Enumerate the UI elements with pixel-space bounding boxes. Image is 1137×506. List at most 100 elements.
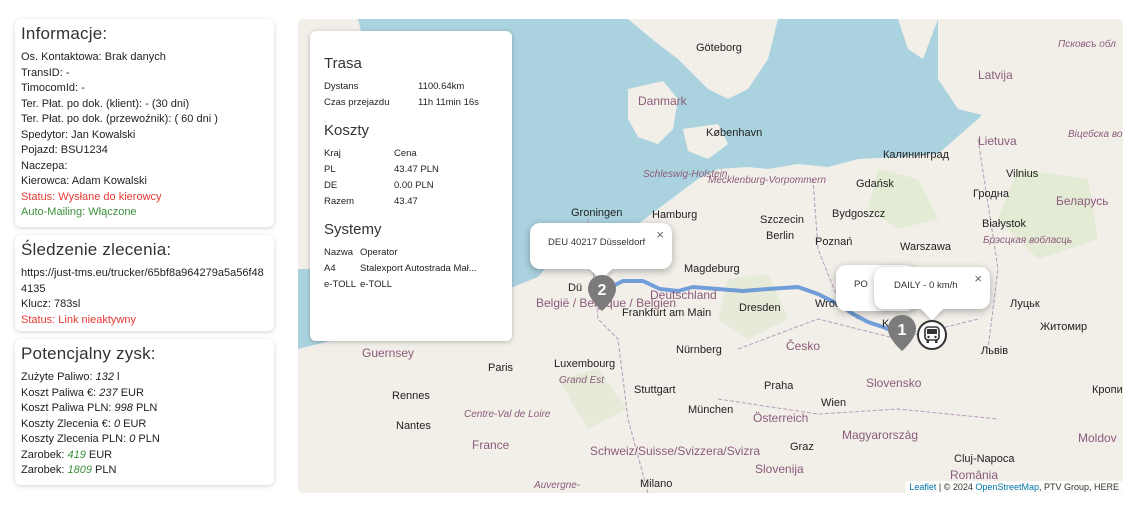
- label-cluj: Cluj-Napoca: [954, 453, 1015, 465]
- osm-link[interactable]: OpenStreetMap: [975, 482, 1039, 492]
- label-kropy: Кропи: [1092, 384, 1123, 396]
- label-rennes: Rennes: [392, 390, 430, 402]
- label-france: France: [472, 438, 510, 452]
- label-lietuva: Lietuva: [978, 134, 1017, 148]
- label-wien: Wien: [821, 397, 846, 409]
- info-timocomid: TimocomId: -: [21, 82, 85, 94]
- label-poznan: Poznań: [815, 236, 852, 248]
- destination-popup-text: DEU 40217 Düsseldorf: [548, 237, 646, 248]
- costs-price: 43.47: [394, 195, 418, 207]
- profit-fuel-cost-pln-label: Koszt Paliwa PLN:: [21, 402, 112, 414]
- costs-country: PL: [324, 163, 336, 175]
- systems-table: Nazwa Operator A4 Stalexport Autostrada …: [324, 244, 477, 292]
- profit-earn-pln-unit: PLN: [95, 464, 117, 476]
- label-hamburg: Hamburg: [652, 209, 697, 221]
- profit-order-cost-eur-unit: EUR: [123, 417, 147, 430]
- label-grodna: Гродна: [973, 188, 1010, 200]
- info-transid: TransID: -: [21, 66, 70, 79]
- label-frankfurt: Frankfurt am Main: [622, 307, 711, 319]
- origin-popup-text: PO: [854, 279, 868, 290]
- label-slovensko: Slovensko: [866, 376, 922, 390]
- route-table: Dystans 1100.64km Czas przejazdu 11h 11m…: [324, 78, 479, 110]
- label-vilnius: Vilnius: [1006, 168, 1039, 180]
- info-card: Informacje: Os. Kontaktowa: Brak danych …: [15, 19, 274, 227]
- land-denmark: [628, 81, 678, 144]
- attribution-rest: , PTV Group, HERE: [1038, 482, 1119, 492]
- profit-earn-eur-value: 419: [67, 448, 86, 461]
- costs-row: DE 0.00 PLN: [324, 177, 439, 193]
- info-driver: Kierowca: Adam Kowalski: [21, 175, 147, 187]
- costs-header-row: Kraj Cena: [324, 145, 439, 161]
- label-berlin: Berlin: [766, 230, 794, 242]
- systems-operator: Stalexport Autostrada Mał...: [360, 262, 477, 274]
- label-nantes: Nantes: [396, 420, 431, 432]
- label-praha: Praha: [764, 380, 794, 392]
- vehicle-popup: DAILY - 0 km/h ×: [874, 267, 990, 321]
- profit-earn-eur: Zarobek: 419 EUR: [21, 448, 268, 464]
- close-icon[interactable]: ×: [656, 227, 664, 242]
- profit-fuel-cost-pln-unit: PLN: [135, 402, 158, 414]
- label-magdeburg: Magdeburg: [684, 263, 740, 275]
- tracking-card: Śledzenie zlecenia: https://just-tms.eu/…: [15, 235, 274, 331]
- vehicle-marker[interactable]: [917, 320, 947, 350]
- profit-card: Potencjalny zysk: Zużyte Paliwo: 132 l K…: [15, 339, 274, 485]
- label-kobenhavn: København: [706, 127, 762, 139]
- profit-order-cost-eur-value: 0: [113, 417, 121, 430]
- route-title: Trasa: [324, 55, 362, 72]
- distance-label: Dystans: [324, 80, 359, 92]
- leaflet-link[interactable]: Leaflet: [909, 482, 936, 492]
- systems-name: A4: [324, 262, 336, 274]
- origin-marker-number: 1: [898, 322, 907, 339]
- info-payment-client: Ter. Płat. po dok. (klient): - (30 dni): [21, 97, 190, 110]
- tracking-title: Śledzenie zlecenia:: [21, 240, 172, 259]
- systems-row: e-TOLL e-TOLL: [324, 276, 477, 292]
- systems-operator: e-TOLL: [360, 278, 393, 290]
- label-paris: Paris: [488, 362, 514, 374]
- profit-fuel-used-value: 132: [95, 371, 114, 383]
- label-bialystok: Białystok: [982, 218, 1027, 230]
- destination-marker[interactable]: 2: [588, 275, 616, 311]
- profit-title: Potencjalny zysk:: [21, 344, 156, 363]
- tracking-status: Status: Link nieaktywny: [21, 313, 136, 326]
- systems-header-operator: Operator: [360, 246, 398, 258]
- profit-order-cost-eur-label: Koszty Zlecenia €:: [21, 417, 111, 430]
- systems-header-row: Nazwa Operator: [324, 244, 477, 260]
- close-icon[interactable]: ×: [974, 271, 982, 286]
- tracking-key: Klucz: 783sl: [21, 298, 81, 310]
- label-osterreich: Österreich: [753, 411, 808, 425]
- label-munchen: München: [688, 404, 733, 416]
- info-vehicle: Pojazd: BSU1234: [21, 144, 108, 156]
- label-stuttgart: Stuttgart: [634, 384, 676, 396]
- profit-order-cost-eur: Koszty Zlecenia €: 0 EUR: [21, 417, 268, 433]
- label-slovenija: Slovenija: [755, 462, 804, 476]
- costs-country: Razem: [324, 195, 355, 207]
- time-label: Czas przejazdu: [324, 96, 390, 108]
- label-zhytomyr: Житомир: [1040, 321, 1087, 333]
- label-centre: Centre-Val de Loire: [464, 409, 551, 420]
- label-moldova: Moldov: [1078, 431, 1117, 445]
- info-forwarder: Spedytor: Jan Kowalski: [21, 128, 136, 141]
- label-mecklenburg: Mecklenburg-Vorpommern: [708, 175, 826, 186]
- label-romania: România: [950, 468, 998, 482]
- profit-earn-eur-label: Zarobek:: [21, 448, 65, 461]
- tracking-url[interactable]: https://just-tms.eu/trucker/65bf8a964279…: [21, 266, 268, 297]
- label-vitebsk: Віцебска вобла: [1068, 128, 1123, 140]
- systems-title: Systemy: [324, 221, 382, 238]
- label-dusseldorf-partial: Dü: [568, 282, 582, 294]
- route-map[interactable]: Latvija Псковсъ обл Göteborg Danmark Køb…: [298, 19, 1123, 493]
- info-trailer: Naczepa:: [21, 159, 68, 172]
- label-lutsk: Луцьк: [1010, 298, 1040, 310]
- profit-earn-pln: Zarobek: 1809 PLN: [21, 463, 268, 479]
- label-guernsey: Guernsey: [362, 346, 414, 360]
- profit-order-cost-pln-value: 0: [129, 433, 136, 445]
- costs-header-country: Kraj: [324, 147, 341, 159]
- label-luxembourg: Luxembourg: [554, 358, 615, 370]
- origin-marker[interactable]: 1: [888, 315, 916, 351]
- map-pin-icon: 1: [888, 315, 916, 351]
- info-status: Status: Wysłane do kierowcy: [21, 190, 162, 203]
- destination-marker-number: 2: [598, 282, 607, 299]
- profit-earn-pln-label: Zarobek:: [21, 464, 65, 476]
- label-goteborg: Göteborg: [696, 42, 742, 54]
- label-warszawa: Warszawa: [900, 241, 952, 253]
- label-lviv: Львів: [981, 345, 1008, 357]
